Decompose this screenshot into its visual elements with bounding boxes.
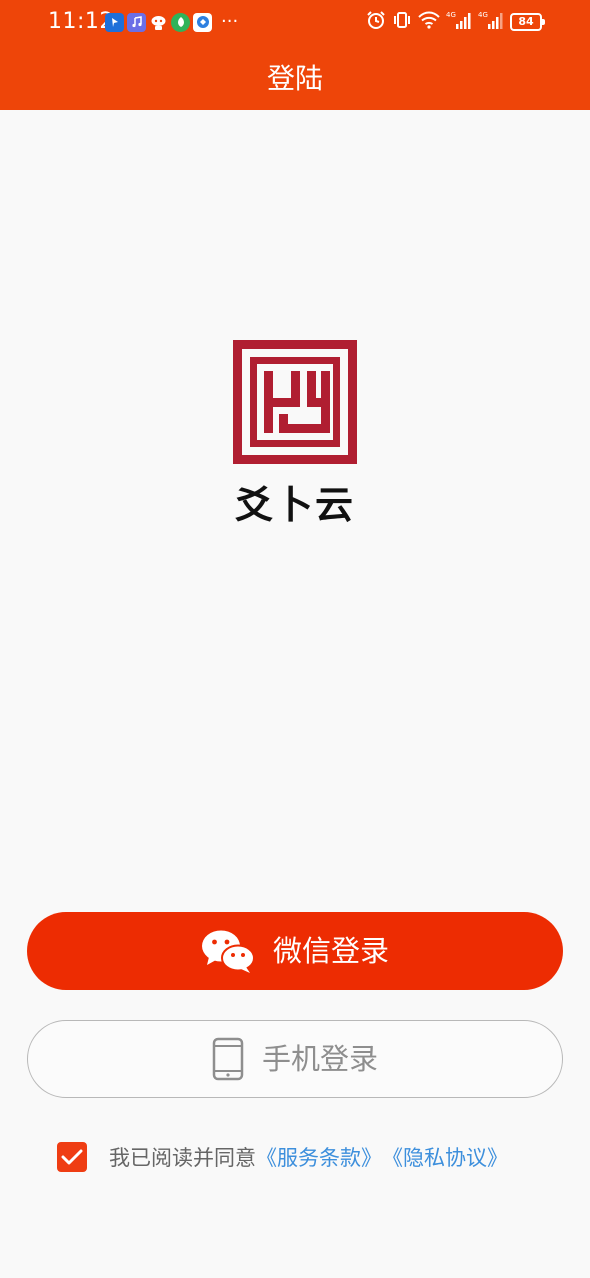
alarm-icon bbox=[366, 10, 386, 34]
svg-text:4G: 4G bbox=[478, 11, 488, 19]
pin-notification-icon bbox=[105, 12, 124, 32]
phone-login-button[interactable]: 手机登录 bbox=[27, 1020, 563, 1098]
logo-mark-icon bbox=[233, 340, 357, 464]
wechat-login-button[interactable]: 微信登录 bbox=[27, 912, 563, 990]
phone-login-label: 手机登录 bbox=[261, 1042, 378, 1076]
privacy-policy-link[interactable]: 《隐私协议》 bbox=[382, 1142, 508, 1172]
robot-notification-icon bbox=[149, 13, 168, 32]
wechat-login-label: 微信登录 bbox=[272, 934, 389, 968]
leaf-notification-icon bbox=[171, 12, 190, 32]
system-icons: 4G 4G 84 bbox=[366, 10, 545, 34]
checkmark-icon bbox=[61, 1149, 83, 1165]
music-notification-icon bbox=[127, 12, 146, 32]
status-bar: 11:12 ··· 4G 4G 84 bbox=[0, 0, 590, 44]
wifi-icon bbox=[418, 11, 440, 33]
svg-text:4G: 4G bbox=[446, 11, 456, 19]
notification-icons: ··· bbox=[105, 12, 238, 32]
terms-of-service-link[interactable]: 《服务条款》 bbox=[256, 1142, 382, 1172]
agreement-text: 我已阅读并同意 bbox=[109, 1146, 256, 1170]
app-header: 11:12 ··· 4G 4G 84 登陆 bbox=[0, 0, 590, 110]
more-notifications-indicator: ··· bbox=[221, 11, 239, 32]
wechat-icon bbox=[201, 929, 255, 973]
mobile-phone-icon bbox=[212, 1037, 244, 1081]
battery-level: 84 bbox=[518, 15, 534, 28]
logo-name: 爻卜云 bbox=[234, 482, 355, 527]
agreement-checkbox[interactable] bbox=[57, 1142, 87, 1172]
agreement-row: 我已阅读并同意 《服务条款》 《隐私协议》 bbox=[57, 1140, 508, 1174]
signal-4g-icon-2: 4G bbox=[478, 10, 504, 34]
app-notification-icon bbox=[193, 12, 212, 32]
signal-4g-icon-1: 4G bbox=[446, 10, 472, 34]
page-title: 登陆 bbox=[266, 62, 323, 95]
app-logo: 爻卜云 bbox=[233, 340, 357, 527]
battery-icon: 84 bbox=[510, 13, 545, 31]
vibrate-icon bbox=[392, 10, 412, 34]
